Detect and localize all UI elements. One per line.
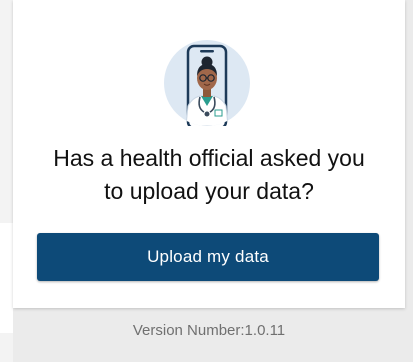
upload-prompt-card: Has a health official asked you to uploa…: [13, 0, 405, 308]
page-title: Has a health official asked you to uploa…: [13, 142, 405, 208]
upload-my-data-button[interactable]: Upload my data: [37, 233, 379, 281]
version-number-label: Version Number:1.0.11: [132, 322, 286, 339]
left-edge-strip: [0, 0, 13, 362]
health-official-icon: [164, 40, 250, 130]
headline-line-1: Has a health official asked you: [53, 145, 365, 171]
left-edge-band: [0, 223, 13, 333]
headline-line-2: to upload your data?: [104, 178, 314, 204]
app-screen: Has a health official asked you to uploa…: [0, 0, 413, 362]
